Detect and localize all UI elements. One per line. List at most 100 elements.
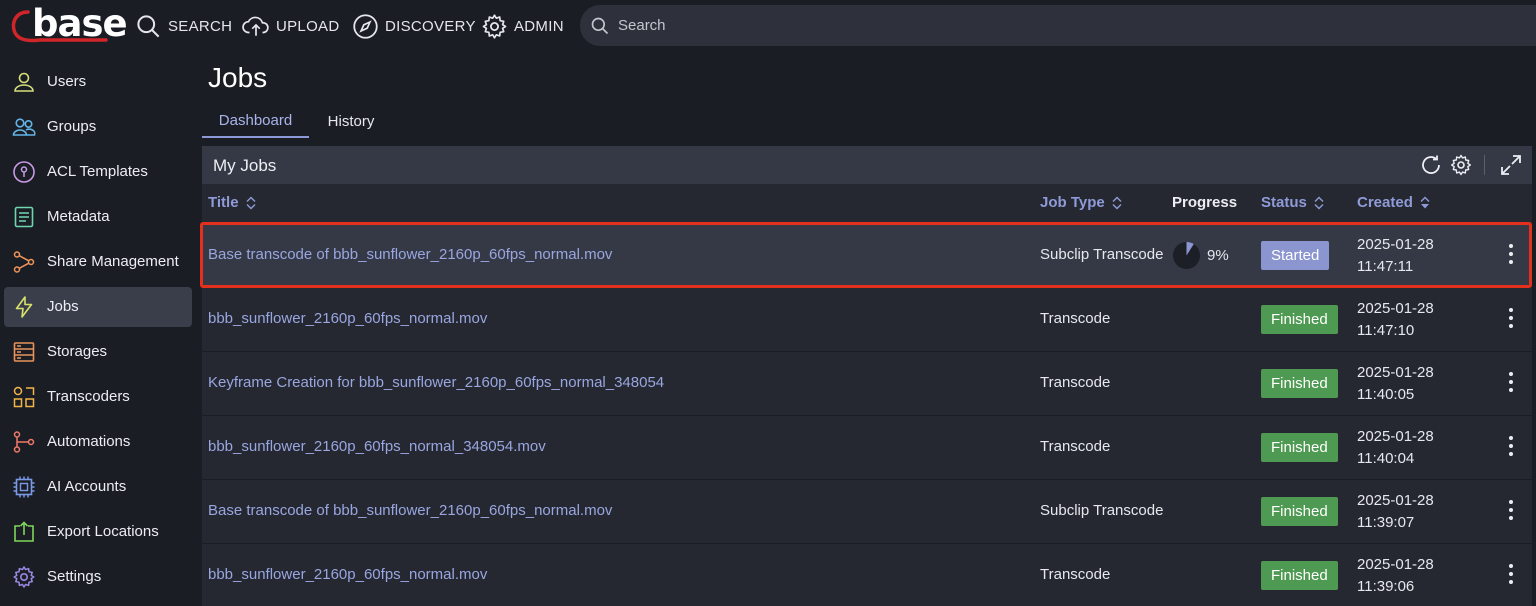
sidebar-item-transcoders[interactable]: Transcoders [4, 377, 192, 417]
table-row[interactable]: bbb_sunflower_2160p_60fps_normal.mov Tra… [202, 544, 1532, 606]
sidebar-item-label: Storages [47, 343, 108, 360]
created-date: 2025-01-28 [1357, 492, 1434, 509]
sidebar-item-share-management[interactable]: Share Management [4, 242, 192, 282]
export-icon [14, 521, 34, 542]
job-type: Subclip Transcode [1040, 246, 1164, 263]
table-row[interactable]: bbb_sunflower_2160p_60fps_normal.mov Tra… [202, 288, 1532, 352]
search-icon [591, 17, 609, 34]
sidebar-item-automations[interactable]: Automations [4, 422, 192, 462]
table-row[interactable]: bbb_sunflower_2160p_60fps_normal_348054.… [202, 416, 1532, 480]
sort-desc-icon [1420, 196, 1430, 208]
expand-button[interactable] [1499, 153, 1523, 177]
nav-discovery-label: DISCOVERY [385, 17, 476, 35]
nav-search-label: SEARCH [168, 17, 233, 35]
job-type: Transcode [1040, 374, 1111, 391]
kebab-dot-icon [1509, 380, 1513, 384]
refresh-button[interactable] [1419, 153, 1443, 177]
status-badge: Finished [1261, 369, 1338, 398]
created-date: 2025-01-28 [1357, 364, 1434, 381]
created-time: 11:39:07 [1357, 514, 1415, 531]
job-title-link[interactable]: bbb_sunflower_2160p_60fps_normal_348054.… [208, 438, 546, 455]
row-menu-button[interactable] [1506, 564, 1516, 588]
global-search-bar[interactable] [580, 5, 1536, 46]
job-title-link[interactable]: Base transcode of bbb_sunflower_2160p_60… [208, 502, 612, 519]
sidebar-item-export-locations[interactable]: Export Locations [4, 512, 192, 552]
nav-admin[interactable]: ADMIN [481, 0, 564, 52]
kebab-dot-icon [1509, 316, 1513, 320]
sidebar-item-label: Export Locations [47, 523, 159, 540]
tab-dashboard[interactable]: Dashboard [202, 104, 309, 138]
user-icon [14, 72, 34, 92]
sidebar-item-label: Share Management [47, 253, 179, 270]
created-time: 11:47:11 [1357, 258, 1414, 275]
storage-icon [13, 342, 35, 362]
row-menu-button[interactable] [1506, 436, 1516, 460]
gear-icon [482, 13, 507, 39]
base-logo[interactable]: base [10, 2, 128, 45]
created-timestamp: 2025-01-28 11:39:07 [1357, 490, 1434, 534]
row-menu-button[interactable] [1506, 372, 1516, 396]
sidebar-item-ai-accounts[interactable]: AI Accounts [4, 467, 192, 507]
table-row[interactable]: Base transcode of bbb_sunflower_2160p_60… [202, 480, 1532, 544]
progress-pie-icon [1172, 241, 1201, 270]
groups-icon [12, 118, 36, 136]
nav-search[interactable]: SEARCH [135, 0, 232, 52]
transcoder-icon [13, 386, 35, 408]
progress-indicator: 9% [1172, 241, 1229, 270]
kebab-dot-icon [1509, 308, 1513, 312]
kebab-dot-icon [1509, 452, 1513, 456]
sidebar-item-label: Groups [47, 118, 97, 135]
search-input[interactable] [618, 17, 1418, 34]
search-icon [137, 14, 160, 37]
tool-divider [1484, 155, 1485, 175]
sidebar-item-acl-templates[interactable]: ACL Templates [4, 152, 192, 192]
nav-upload-label: UPLOAD [276, 17, 340, 35]
tab-history[interactable]: History [317, 104, 385, 138]
row-menu-button[interactable] [1506, 244, 1516, 268]
kebab-dot-icon [1509, 500, 1513, 504]
row-menu-button[interactable] [1506, 500, 1516, 524]
top-bar: base SEARCH UPLOAD DISCOVERY ADMIN [0, 0, 1536, 52]
my-jobs-panel: My Jobs Title Job Type Progress Status C… [202, 146, 1532, 606]
column-job-type[interactable]: Job Type [1040, 194, 1122, 211]
job-title-link[interactable]: Base transcode of bbb_sunflower_2160p_60… [208, 246, 612, 263]
settings-icon [13, 566, 35, 588]
created-time: 11:47:10 [1357, 322, 1415, 339]
kebab-dot-icon [1509, 508, 1513, 512]
column-created[interactable]: Created [1357, 194, 1430, 211]
sidebar-item-settings[interactable]: Settings [4, 557, 192, 597]
status-badge: Finished [1261, 497, 1338, 526]
sidebar-item-metadata[interactable]: Metadata [4, 197, 192, 237]
column-title[interactable]: Title [208, 194, 256, 211]
row-menu-button[interactable] [1506, 308, 1516, 332]
column-progress: Progress [1172, 194, 1237, 211]
sort-icon [1112, 196, 1122, 209]
job-title-link[interactable]: Keyframe Creation for bbb_sunflower_2160… [208, 374, 664, 391]
kebab-dot-icon [1509, 580, 1513, 584]
sidebar-item-jobs[interactable]: Jobs [4, 287, 192, 327]
kebab-dot-icon [1509, 388, 1513, 392]
created-timestamp: 2025-01-28 11:47:10 [1357, 298, 1434, 342]
job-type: Transcode [1040, 438, 1111, 455]
nav-upload[interactable]: UPLOAD [242, 0, 340, 52]
sidebar-item-label: Settings [47, 568, 102, 585]
progress-value: 9% [1207, 247, 1229, 264]
sidebar-item-users[interactable]: Users [4, 62, 192, 102]
created-timestamp: 2025-01-28 11:47:11 [1357, 234, 1434, 278]
job-title-link[interactable]: bbb_sunflower_2160p_60fps_normal.mov [208, 566, 487, 583]
column-status[interactable]: Status [1261, 194, 1324, 211]
sidebar-item-label: Automations [47, 433, 131, 450]
sidebar-item-groups[interactable]: Groups [4, 107, 192, 147]
metadata-icon [14, 206, 34, 228]
created-timestamp: 2025-01-28 11:40:05 [1357, 362, 1434, 406]
created-timestamp: 2025-01-28 11:39:06 [1357, 554, 1434, 598]
table-row[interactable]: Keyframe Creation for bbb_sunflower_2160… [202, 352, 1532, 416]
panel-tools [202, 146, 1532, 184]
nav-discovery[interactable]: DISCOVERY [352, 0, 476, 52]
table-row[interactable]: Base transcode of bbb_sunflower_2160p_60… [202, 224, 1532, 288]
sort-icon [246, 196, 256, 209]
sidebar-item-storages[interactable]: Storages [4, 332, 192, 372]
nav-admin-label: ADMIN [514, 17, 564, 35]
panel-settings-button[interactable] [1449, 153, 1473, 177]
job-title-link[interactable]: bbb_sunflower_2160p_60fps_normal.mov [208, 310, 487, 327]
